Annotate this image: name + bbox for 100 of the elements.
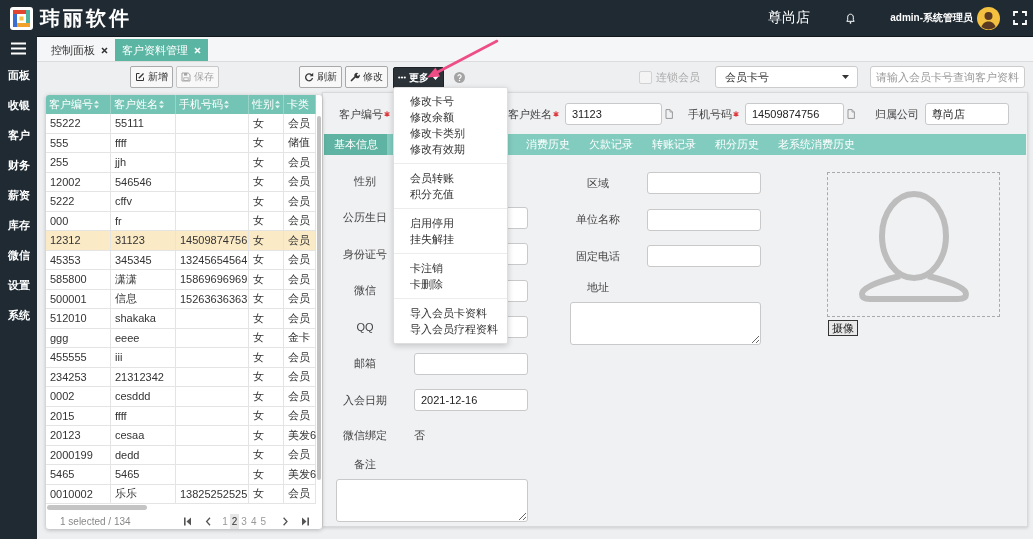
table-row[interactable]: 20123 cesaa 女 美发6 [46, 426, 316, 446]
menu-icon[interactable] [11, 42, 26, 55]
table-cell: 2000199 [46, 445, 111, 465]
table-row[interactable]: 0002 cesddd 女 会员 [46, 387, 316, 407]
table-row[interactable]: 45353 345345 13245654564 女 会员 [46, 250, 316, 270]
table-row[interactable]: 5465 5465 女 美发6 [46, 465, 316, 485]
input-field[interactable] [647, 208, 761, 231]
chevron-right-icon[interactable] [282, 517, 288, 526]
sidebar-item[interactable]: 薪资 [7, 180, 30, 210]
table-cell: 555 [46, 133, 111, 153]
first-page-icon[interactable] [184, 517, 192, 526]
menu-item[interactable]: 修改有效期 [410, 141, 465, 158]
table-row[interactable]: 585800 潇潇 15869696969 女 会员 [46, 270, 316, 290]
menu-item[interactable]: 会员转账 [410, 170, 454, 187]
floppy-icon [181, 72, 191, 82]
menu-item[interactable]: 卡注销 [410, 260, 443, 277]
scrollbar[interactable] [317, 116, 321, 480]
camera-button[interactable]: 摄像 [828, 320, 858, 336]
table-cell: 12312 [46, 231, 111, 251]
table-row[interactable]: 255 jjh 女 会员 [46, 153, 316, 173]
field-label: 微信绑定 [342, 427, 388, 443]
table-row[interactable]: 0010002 乐乐 13825252525 女 会员 [46, 484, 316, 504]
table-row[interactable]: 500001 信息 15263636363 女 会员 [46, 289, 316, 309]
toolbar-button[interactable]: 刷新 [299, 66, 342, 88]
sidebar-item[interactable]: 财务 [7, 150, 30, 180]
sort-icon[interactable] [94, 100, 99, 109]
input-field[interactable] [647, 172, 761, 195]
table-cell: 55111 [111, 114, 176, 134]
menu-item[interactable]: 挂失解挂 [410, 231, 454, 248]
field-label: 区域 [585, 175, 610, 191]
menu-item[interactable]: 修改余额 [410, 109, 454, 126]
table-cell: cffv [111, 192, 176, 212]
table-cell: 546546 [111, 172, 176, 192]
sidebar-item[interactable]: 设置 [7, 270, 30, 300]
chevron-left-icon[interactable] [205, 517, 212, 526]
input-field[interactable] [414, 352, 528, 375]
textarea-field[interactable] [336, 478, 528, 522]
table-row[interactable]: 12002 546546 女 会员 [46, 172, 316, 192]
more-button[interactable]: 更多 [393, 66, 444, 89]
fullscreen-icon[interactable] [1013, 11, 1027, 25]
copy-icon[interactable] [665, 109, 673, 119]
menu-item[interactable]: 修改卡号 [410, 93, 454, 110]
table-cell: 女 [249, 309, 284, 329]
search-field[interactable]: 请输入会员卡号查询客户资料 [870, 66, 1025, 88]
sidebar-item[interactable]: 库存 [7, 210, 30, 240]
input-field[interactable]: 尊尚店 [925, 103, 1009, 125]
table-row[interactable]: 2000199 dedd 女 会员 [46, 445, 316, 465]
table-cell: 女 [249, 367, 284, 387]
menu-item[interactable]: 积分充值 [410, 186, 454, 203]
last-page-icon[interactable] [302, 517, 309, 526]
menu-item[interactable]: 卡删除 [410, 276, 443, 293]
table-cell: 会员 [284, 270, 316, 290]
sort-icon[interactable] [275, 100, 280, 109]
select-field[interactable]: 会员卡号 [715, 66, 858, 88]
menu-item[interactable]: 导入会员卡资料 [410, 305, 487, 322]
table-row[interactable]: 12312 31123 14509874756 女 会员 [46, 231, 316, 251]
table-cell: shakaka [111, 309, 176, 329]
sidebar-item[interactable]: 面板 [7, 60, 30, 90]
table-row[interactable]: 2015 ffff 女 会员 [46, 406, 316, 426]
sidebar-item[interactable]: 收银 [7, 90, 30, 120]
menu-item[interactable]: 启用停用 [410, 215, 454, 232]
table-cell: 会员 [284, 309, 316, 329]
input-field[interactable] [647, 245, 761, 268]
toolbar-button[interactable]: 修改 [345, 66, 388, 88]
table-row[interactable]: 512010 shakaka 女 会员 [46, 309, 316, 329]
table-row[interactable]: 555 ffff 女 储值 [46, 133, 316, 153]
table-row[interactable]: 234253 21312342 女 会员 [46, 367, 316, 387]
input-field[interactable]: 2021-12-16 [414, 389, 528, 412]
toolbar-button[interactable]: 新增 [130, 66, 173, 88]
menu-item[interactable]: 修改卡类别 [410, 125, 465, 142]
copy-icon[interactable] [847, 109, 855, 119]
tab[interactable]: 控制面板 [44, 39, 115, 61]
page-link[interactable]: 2 [229, 514, 240, 529]
sort-icon[interactable] [224, 100, 229, 109]
table-cell: cesaa [111, 426, 176, 446]
input-field[interactable]: 14509874756 [745, 103, 844, 125]
table-cell: 45353 [46, 250, 111, 270]
table-cell: 会员 [284, 114, 316, 134]
user-name[interactable]: admin-系统管理员 [890, 11, 973, 25]
input-field[interactable]: 31123 [565, 103, 662, 125]
avatar-icon[interactable] [977, 6, 1000, 30]
table-row[interactable]: 5222 cffv 女 会员 [46, 192, 316, 212]
sidebar-item[interactable]: 系统 [7, 300, 30, 330]
field-label: 客户编号 [339, 106, 383, 122]
help-icon[interactable] [454, 71, 465, 83]
table-cell: ffff [111, 406, 176, 426]
textarea-field[interactable] [570, 301, 761, 345]
table-row[interactable]: ggg eeee 女 金卡 [46, 328, 316, 348]
bell-icon[interactable] [846, 12, 856, 24]
scrollbar[interactable] [47, 504, 147, 510]
table-row[interactable]: 55222 55111 女 会员 [46, 114, 316, 134]
sidebar-item[interactable]: 客户 [7, 120, 30, 150]
table-cell: 13825252525 [176, 484, 249, 504]
table-row[interactable]: 455555 iii 女 会员 [46, 348, 316, 368]
table-cell: jjh [111, 153, 176, 173]
sidebar-item[interactable]: 微信 [7, 240, 30, 270]
menu-item[interactable]: 导入会员疗程资料 [410, 321, 498, 338]
close-icon[interactable] [101, 46, 108, 54]
logo-icon [10, 6, 33, 30]
sort-icon[interactable] [159, 100, 164, 109]
